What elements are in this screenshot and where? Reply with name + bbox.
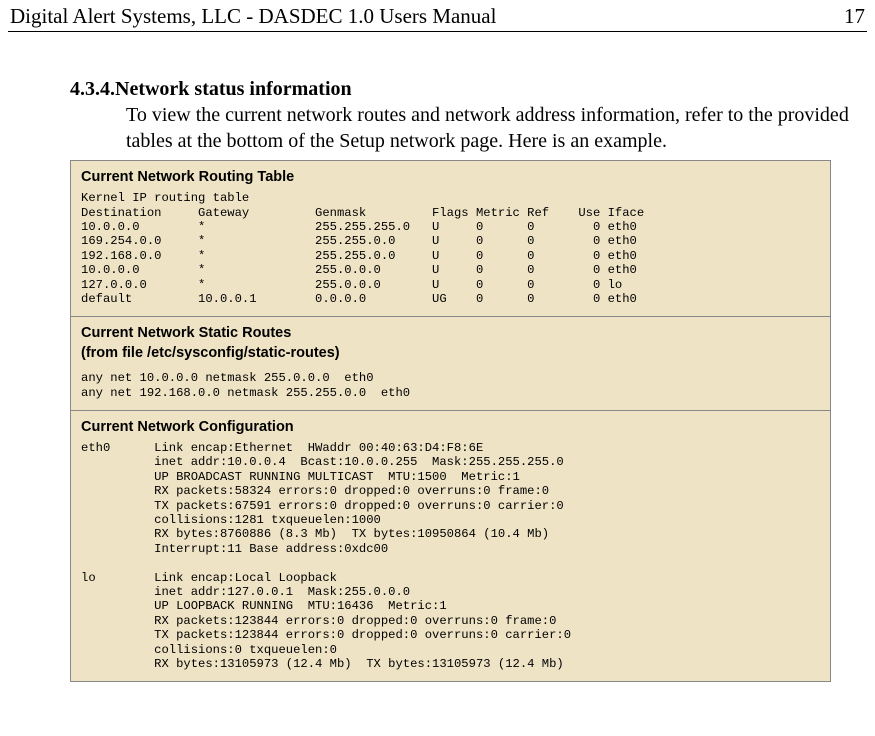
network-config-panel: Current Network Configuration eth0 Link … bbox=[70, 411, 831, 682]
static-routes-content: any net 10.0.0.0 netmask 255.0.0.0 eth0 … bbox=[81, 371, 820, 400]
section-body-text: To view the current network routes and n… bbox=[70, 103, 867, 154]
network-config-title: Current Network Configuration bbox=[81, 419, 820, 435]
header-title: Digital Alert Systems, LLC - DASDEC 1.0 … bbox=[10, 4, 496, 29]
network-config-content: eth0 Link encap:Ethernet HWaddr 00:40:63… bbox=[81, 441, 820, 671]
routing-table-panel: Current Network Routing Table Kernel IP … bbox=[70, 160, 831, 317]
page-header: Digital Alert Systems, LLC - DASDEC 1.0 … bbox=[8, 4, 867, 32]
routing-table-content: Kernel IP routing table Destination Gate… bbox=[81, 191, 820, 306]
page-number: 17 bbox=[844, 4, 865, 29]
static-routes-panel: Current Network Static Routes (from file… bbox=[70, 317, 831, 411]
section-number: 4.3.4. bbox=[70, 78, 115, 100]
routing-table-title: Current Network Routing Table bbox=[81, 169, 820, 185]
static-routes-title: Current Network Static Routes bbox=[81, 325, 820, 341]
static-routes-subtitle: (from file /etc/sysconfig/static-routes) bbox=[81, 345, 820, 361]
section-heading: 4.3.4.Network status information bbox=[70, 78, 867, 101]
section-name: Network status information bbox=[115, 78, 352, 100]
